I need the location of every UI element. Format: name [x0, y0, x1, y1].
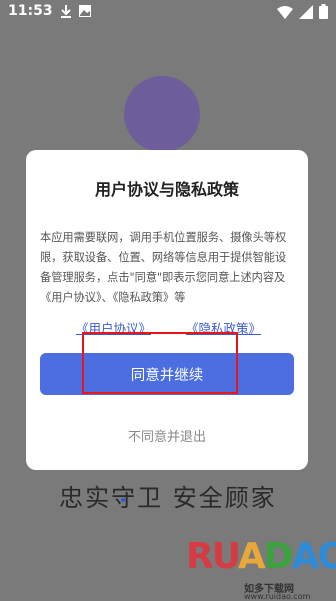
app-slogan: 忠实守卫 安全顾家 — [59, 484, 277, 512]
privacy-policy-link[interactable]: 《隐私政策》 — [186, 318, 261, 337]
signal-icon — [299, 4, 313, 19]
user-agreement-link[interactable]: 《用户协议》 — [76, 318, 151, 337]
image-icon — [79, 5, 91, 17]
dialog-body: 本应用需要联网，调用手机位置服务、摄像头等权限，获取设备、位置、网络等信息用于提… — [40, 231, 287, 304]
status-left-icons — [60, 4, 92, 18]
privacy-dialog: 用户协议与隐私政策 本应用需要联网，调用手机位置服务、摄像头等权限，获取设备、位… — [26, 150, 308, 470]
status-right-icons — [277, 4, 328, 19]
wifi-icon — [277, 5, 293, 19]
decline-exit-button[interactable]: 不同意并退出 — [26, 426, 308, 445]
site-watermark: RUADAO 如多下载网 www.ruidao.com — [186, 536, 336, 601]
battery-icon — [319, 4, 328, 19]
app-logo-background — [124, 76, 200, 152]
policy-links: 《用户协议》 《隐私政策》 — [26, 318, 308, 336]
watermark-logo: RUADAO — [186, 536, 336, 577]
slogan-dot — [121, 498, 125, 502]
status-time: 11:53 — [8, 3, 53, 19]
status-bar: 11:53 — [0, 0, 336, 24]
download-icon — [61, 5, 71, 18]
dialog-title: 用户协议与隐私政策 — [94, 180, 239, 199]
agree-continue-button[interactable]: 同意并继续 — [40, 353, 294, 395]
